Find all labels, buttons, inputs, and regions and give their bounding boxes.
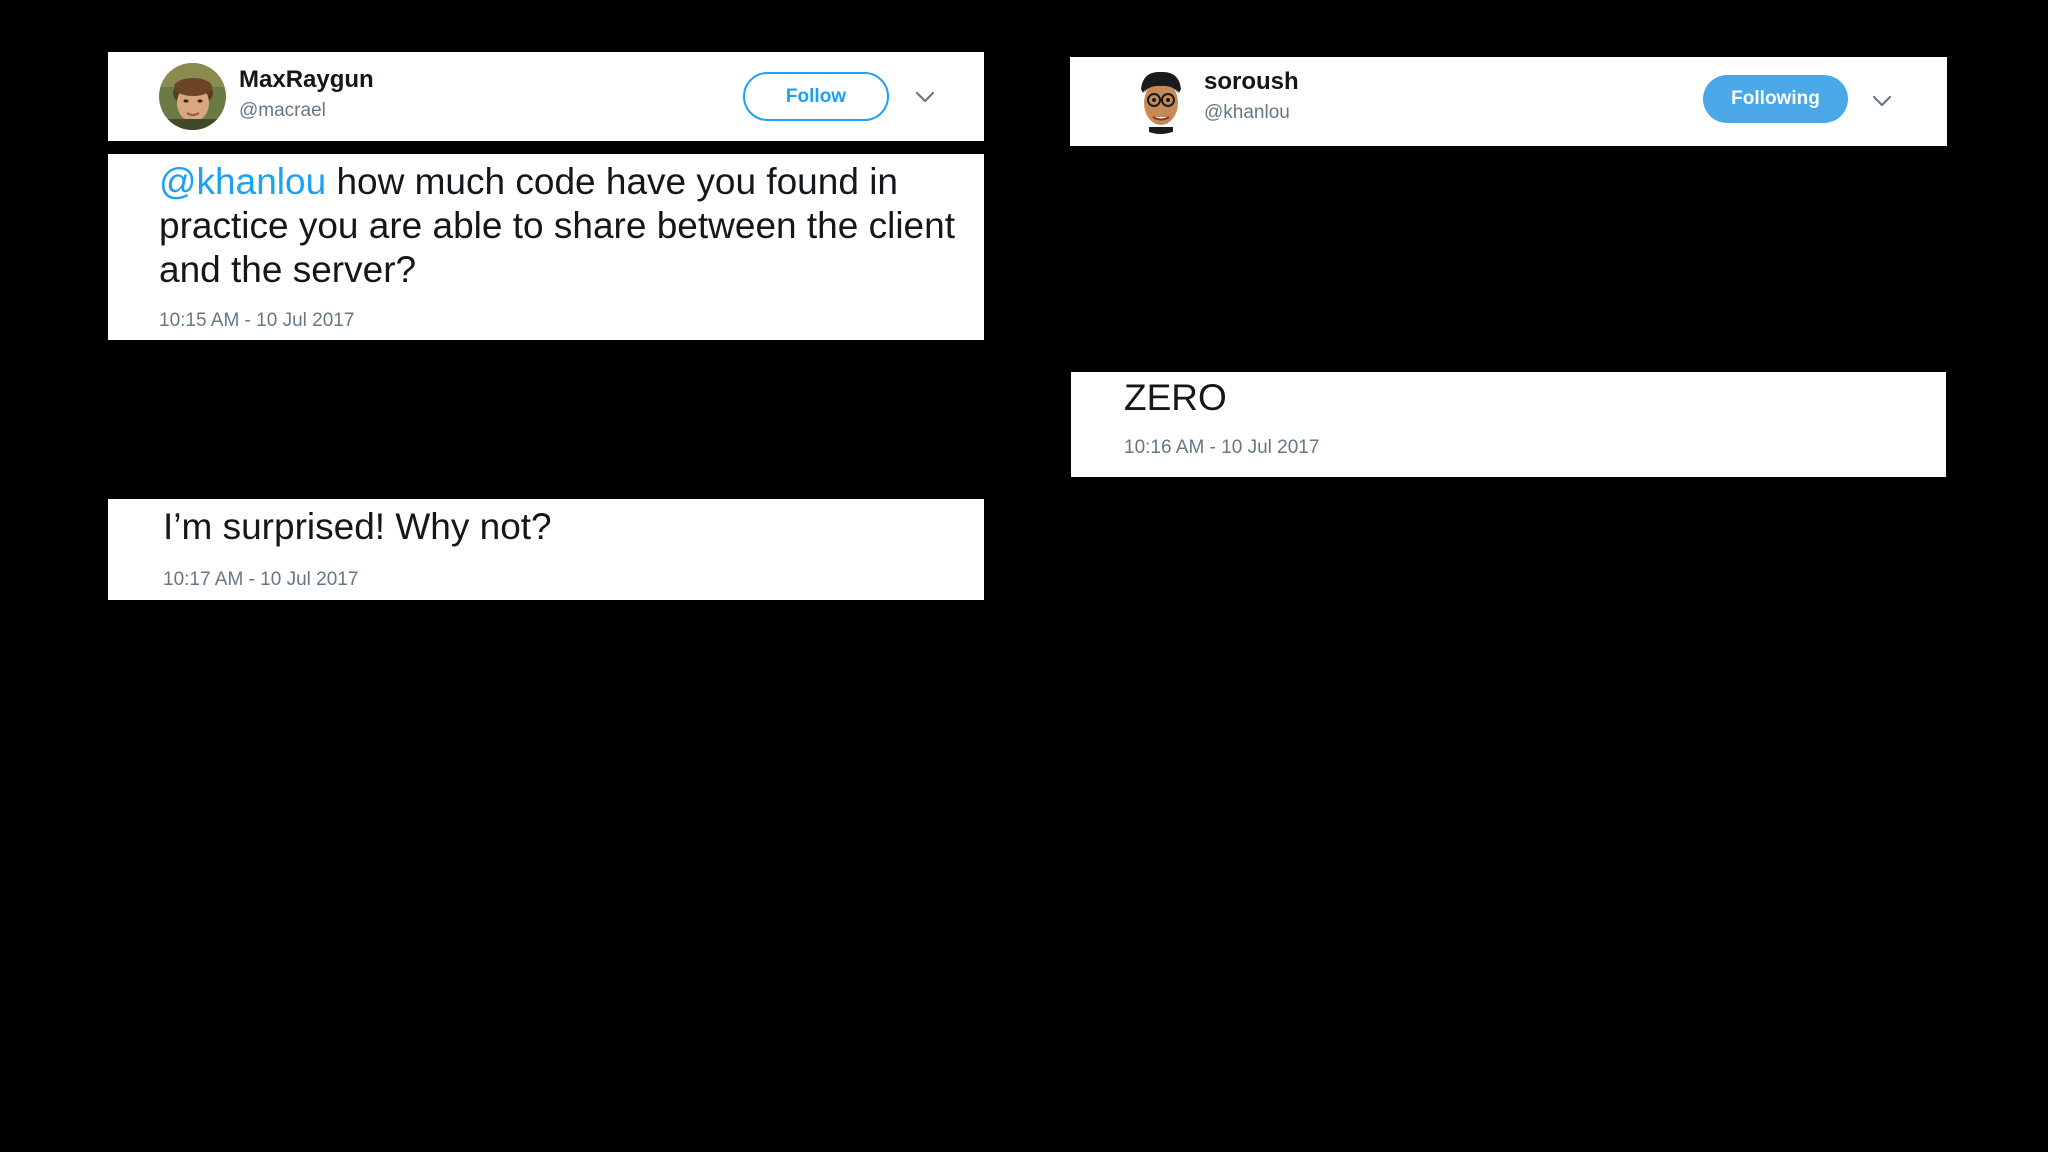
- avatar-photo-icon: [159, 63, 226, 130]
- display-name[interactable]: MaxRaygun: [239, 66, 374, 94]
- user-handle[interactable]: @khanlou: [1204, 102, 1290, 124]
- tweet-header-soroush: soroush @khanlou Following: [1070, 57, 1947, 146]
- avatar[interactable]: [159, 63, 226, 130]
- tweet-text: @khanlou how much code have you found in…: [159, 160, 969, 292]
- follow-button[interactable]: Follow: [743, 72, 889, 121]
- tweet-header-maxraygun: MaxRaygun @macrael Follow: [108, 52, 984, 141]
- chevron-down-icon[interactable]: [914, 90, 936, 104]
- mention-link[interactable]: @khanlou: [159, 161, 326, 202]
- tweet-timestamp[interactable]: 10:17 AM - 10 Jul 2017: [163, 569, 358, 591]
- user-handle[interactable]: @macrael: [239, 100, 326, 122]
- tweet-text: ZERO: [1124, 377, 1227, 418]
- tweet-text: I’m surprised! Why not?: [163, 506, 552, 547]
- tweet-timestamp[interactable]: 10:16 AM - 10 Jul 2017: [1124, 437, 1319, 459]
- display-name[interactable]: soroush: [1204, 68, 1299, 96]
- avatar[interactable]: [1127, 67, 1194, 134]
- tweet-card: I’m surprised! Why not? 10:17 AM - 10 Ju…: [108, 499, 984, 600]
- chevron-down-icon[interactable]: [1871, 94, 1893, 108]
- tweet-timestamp[interactable]: 10:15 AM - 10 Jul 2017: [159, 310, 354, 332]
- tweet-card: @khanlou how much code have you found in…: [108, 154, 984, 340]
- tweet-card: ZERO 10:16 AM - 10 Jul 2017: [1071, 372, 1946, 477]
- following-button[interactable]: Following: [1703, 75, 1848, 123]
- avatar-cartoon-icon: [1127, 67, 1194, 134]
